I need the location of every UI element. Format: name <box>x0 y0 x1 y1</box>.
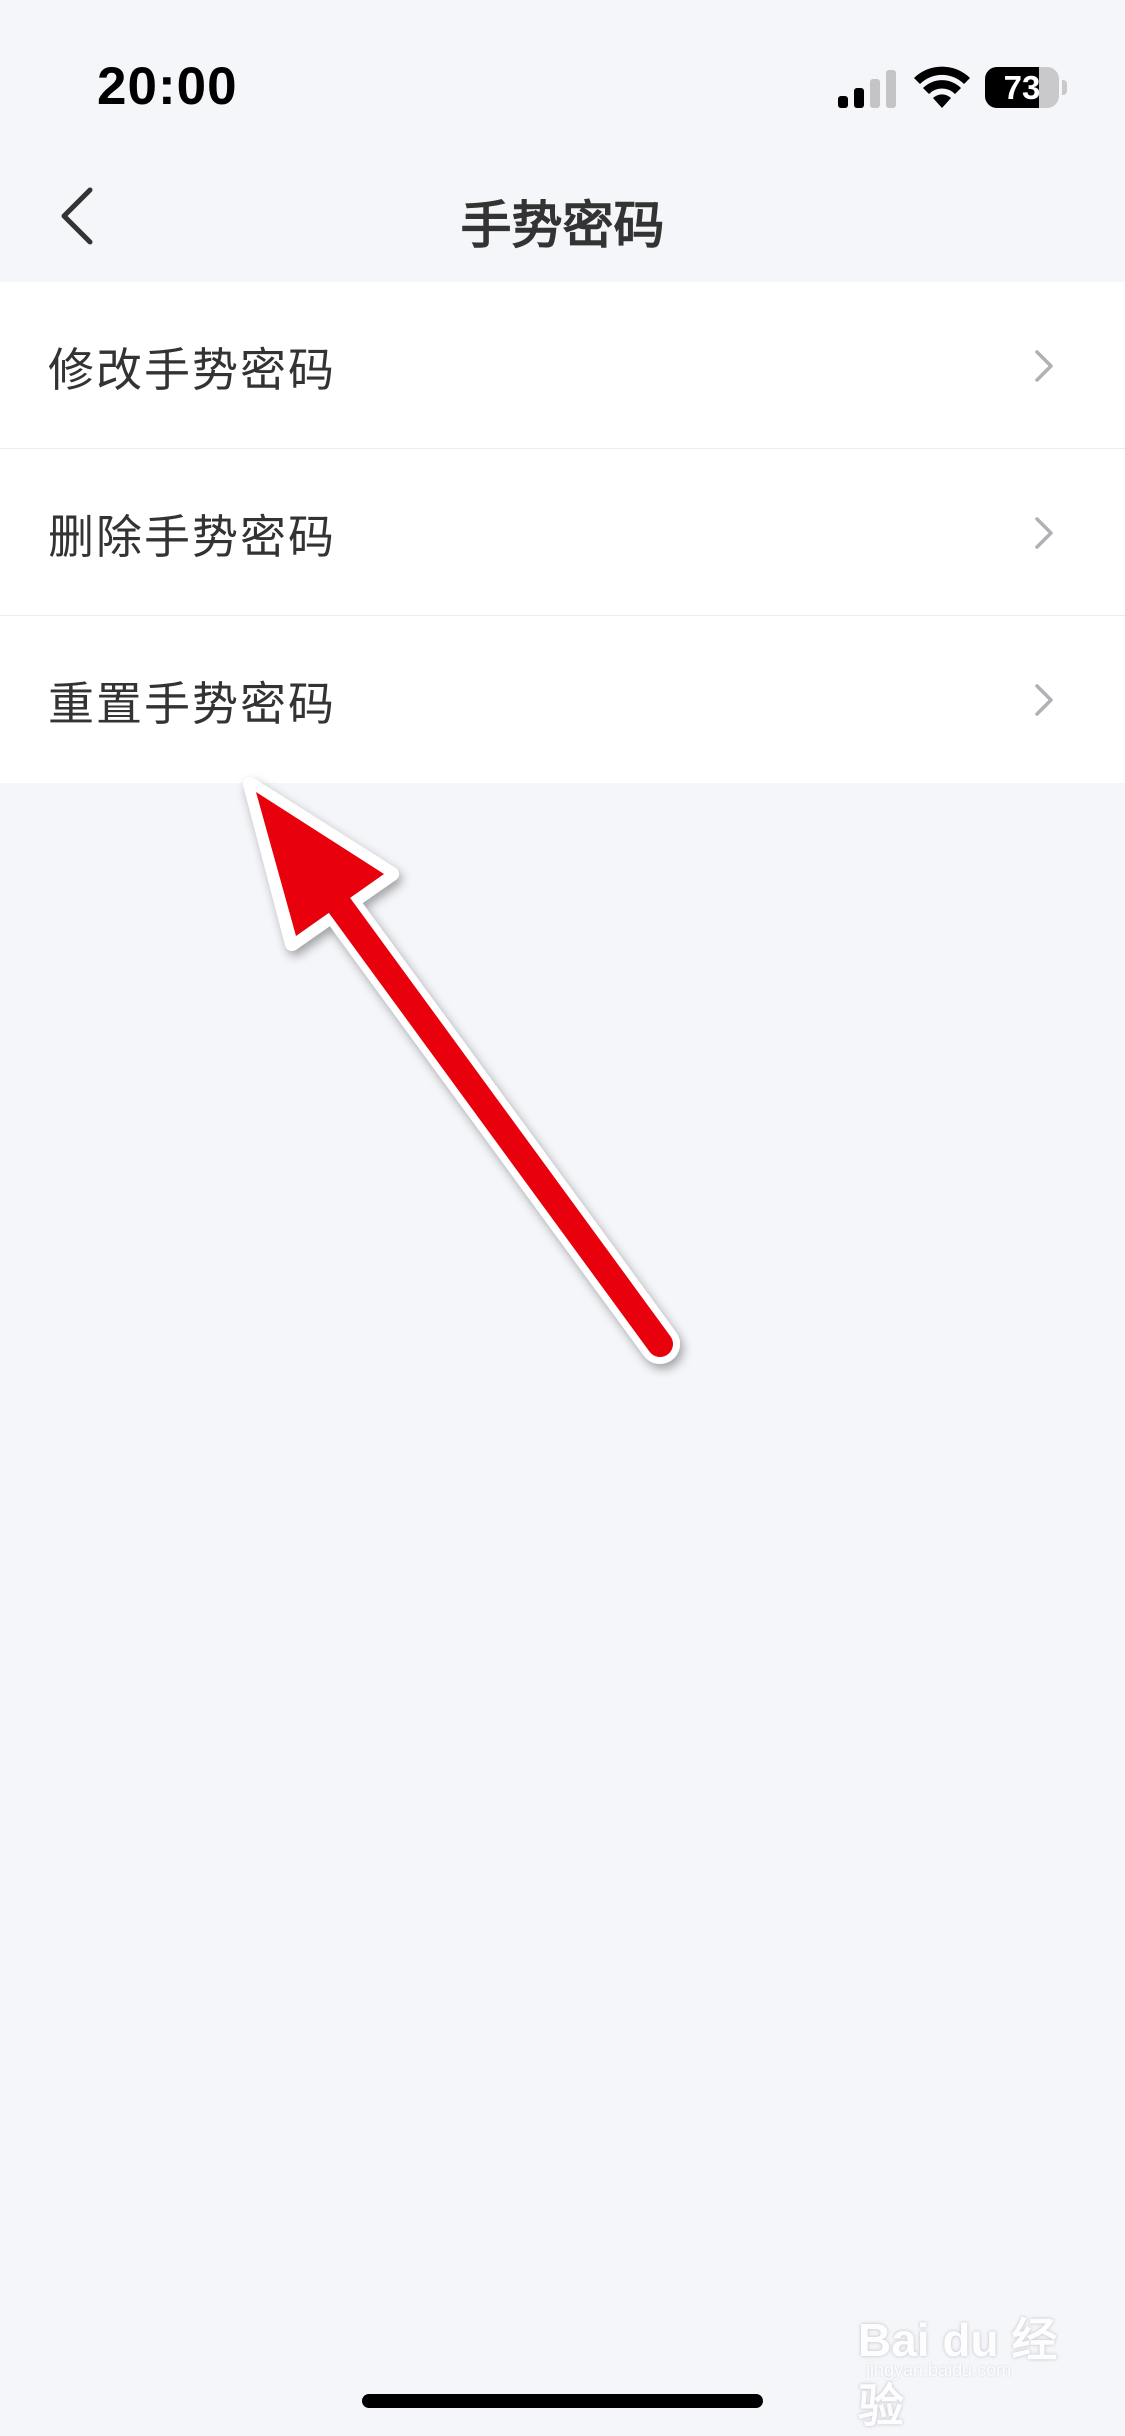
chevron-right-icon <box>1035 684 1053 716</box>
status-time: 20:00 <box>97 57 238 116</box>
chevron-right-icon <box>1035 517 1053 549</box>
battery-icon: 73 <box>985 67 1067 108</box>
menu-item-reset-gesture-password[interactable]: 重置手势密码 <box>0 616 1125 783</box>
status-bar: 20:00 73 <box>0 0 1125 150</box>
home-indicator <box>362 2394 763 2408</box>
chevron-right-icon <box>1035 350 1053 382</box>
menu-item-label: 修改手势密码 <box>48 343 336 397</box>
menu-item-label: 重置手势密码 <box>48 677 336 731</box>
battery-cap <box>1062 80 1067 95</box>
menu-item-modify-gesture-password[interactable]: 修改手势密码 <box>0 282 1125 449</box>
nav-bar: 手势密码 <box>0 150 1125 282</box>
signal-icon <box>838 70 896 108</box>
menu-item-delete-gesture-password[interactable]: 删除手势密码 <box>0 449 1125 616</box>
menu-list: 修改手势密码 删除手势密码 重置手势密码 <box>0 282 1125 783</box>
battery-level: 73 <box>1003 69 1041 106</box>
page-title: 手势密码 <box>460 197 665 256</box>
baidu-jingyan-watermark: Bai du 经验 jingyan.baidu.com <box>858 2290 1078 2432</box>
menu-item-label: 删除手势密码 <box>48 510 336 564</box>
watermark-subtext: jingyan.baidu.com <box>866 2360 1012 2380</box>
battery-body: 73 <box>985 67 1059 108</box>
wifi-icon <box>914 66 970 108</box>
